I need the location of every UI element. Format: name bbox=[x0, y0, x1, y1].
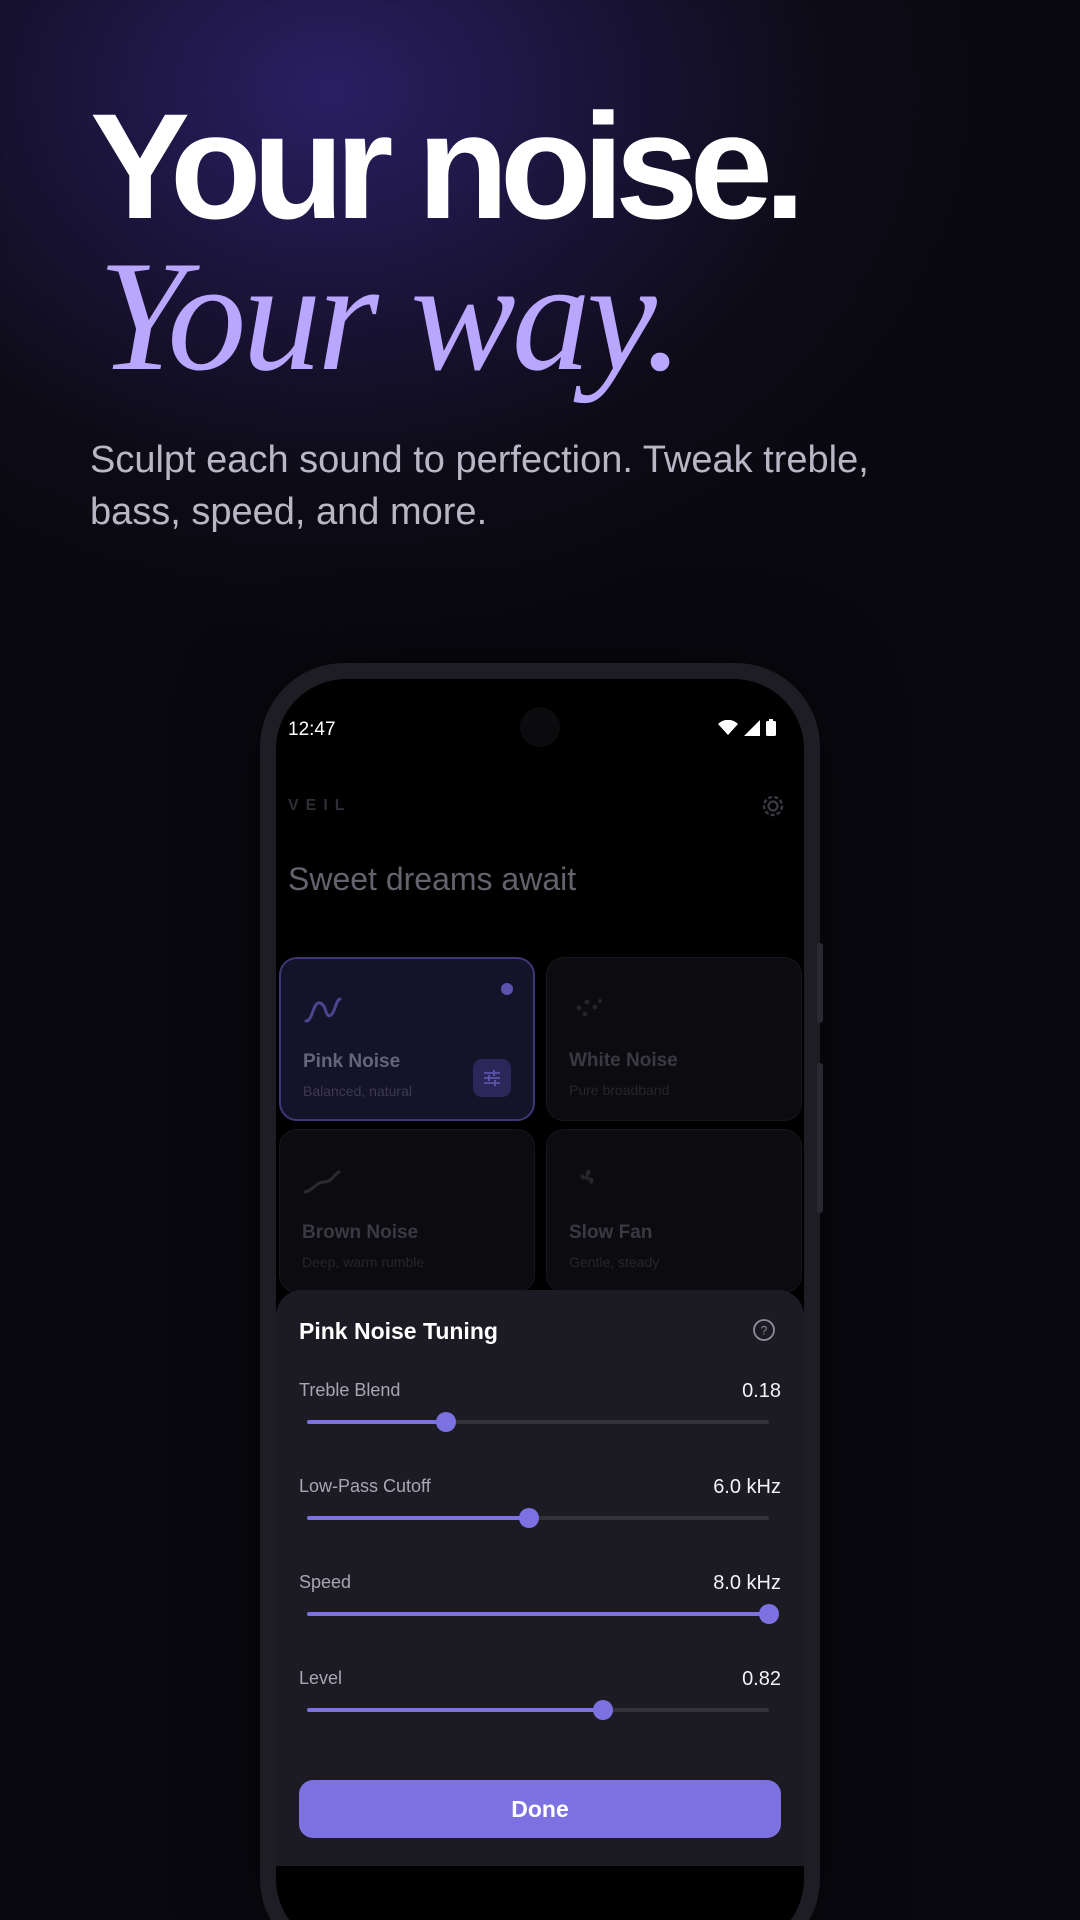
curve-icon bbox=[303, 1170, 341, 1194]
slider-value: 6.0 kHz bbox=[713, 1476, 781, 1498]
card-subtitle: Deep, warm rumble bbox=[302, 1254, 425, 1270]
card-subtitle: Pure broadband bbox=[569, 1082, 670, 1098]
slider-value: 0.82 bbox=[742, 1668, 781, 1690]
done-button[interactable]: Done bbox=[299, 1780, 781, 1838]
particles-icon bbox=[576, 999, 602, 1017]
sound-card-brown-noise[interactable]: Brown Noise Deep, warm rumble bbox=[279, 1129, 535, 1293]
hero: Your noise. Your way. Sculpt each sound … bbox=[90, 82, 1010, 538]
active-dot bbox=[501, 983, 513, 995]
slider-label: Speed bbox=[299, 1572, 352, 1592]
svg-text:?: ? bbox=[761, 1324, 768, 1338]
tune-button[interactable] bbox=[473, 1059, 511, 1097]
slider-thumb[interactable] bbox=[518, 1508, 539, 1528]
card-title: Brown Noise bbox=[302, 1222, 419, 1243]
headline-italic: Your way. bbox=[98, 229, 684, 404]
slider-thumb[interactable] bbox=[759, 1604, 779, 1624]
card-subtitle: Balanced, natural bbox=[303, 1083, 412, 1099]
slider-value: 0.18 bbox=[742, 1380, 781, 1402]
slider-label: Low-Pass Cutoff bbox=[299, 1476, 431, 1496]
headline: Your noise. bbox=[90, 82, 806, 250]
wave-icon bbox=[304, 997, 342, 1023]
sliders-icon bbox=[484, 1070, 500, 1086]
slider-track[interactable] bbox=[307, 1604, 779, 1624]
tuning-sheet: Pink Noise Tuning ? Treble Blend 0.18 Lo… bbox=[276, 1290, 804, 1866]
card-title: Pink Noise bbox=[303, 1051, 401, 1072]
slider-fill bbox=[307, 1516, 529, 1520]
slider-track[interactable] bbox=[307, 1700, 769, 1720]
slider-fill bbox=[307, 1612, 769, 1616]
sound-card-slow-fan[interactable]: Slow Fan Gentle, steady bbox=[546, 1129, 802, 1293]
slider-thumb[interactable] bbox=[592, 1700, 613, 1720]
fan-icon bbox=[580, 1170, 594, 1184]
slider-value: 8.0 kHz bbox=[713, 1572, 781, 1594]
slider-thumb[interactable] bbox=[435, 1412, 456, 1432]
phone-volume-button bbox=[817, 1063, 823, 1213]
slider-track[interactable] bbox=[307, 1508, 769, 1528]
hero-subtitle: Sculpt each sound to perfection. Tweak t… bbox=[90, 439, 869, 533]
sheet-title: Pink Noise Tuning bbox=[299, 1318, 498, 1344]
card-title: Slow Fan bbox=[569, 1222, 653, 1243]
card-subtitle: Gentle, steady bbox=[569, 1254, 660, 1270]
help-icon[interactable]: ? bbox=[752, 1318, 776, 1342]
sound-card-white-noise[interactable]: White Noise Pure broadband bbox=[546, 957, 802, 1121]
app-brand: VEIL bbox=[288, 797, 352, 814]
slider-fill bbox=[307, 1420, 446, 1424]
gear-icon[interactable] bbox=[758, 791, 788, 821]
sound-card-pink-noise[interactable]: Pink Noise Balanced, natural bbox=[279, 957, 535, 1121]
slider-label: Treble Blend bbox=[299, 1380, 401, 1400]
greeting: Sweet dreams await bbox=[288, 861, 577, 897]
slider-track[interactable] bbox=[307, 1412, 769, 1432]
phone-side-button bbox=[817, 943, 823, 1023]
card-title: White Noise bbox=[569, 1050, 678, 1071]
slider-fill bbox=[307, 1708, 603, 1712]
slider-label: Level bbox=[299, 1668, 343, 1688]
